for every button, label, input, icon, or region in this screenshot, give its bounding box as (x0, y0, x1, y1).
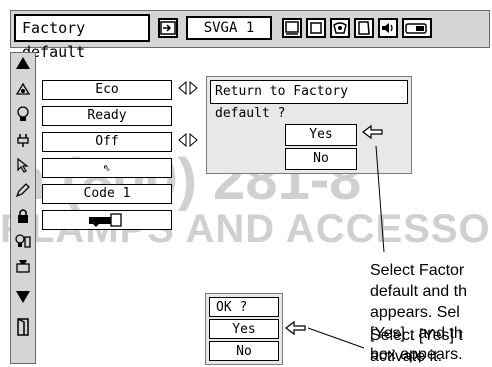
note-line: Select [Yes] t (370, 327, 463, 344)
note-activate: Select [Yes] t activate it. (370, 325, 492, 367)
note-line: activate it. (370, 348, 443, 365)
note-line: appears. Sel (370, 304, 460, 321)
note-line: default and th (370, 283, 467, 300)
note-line: Select Factor (370, 262, 465, 279)
